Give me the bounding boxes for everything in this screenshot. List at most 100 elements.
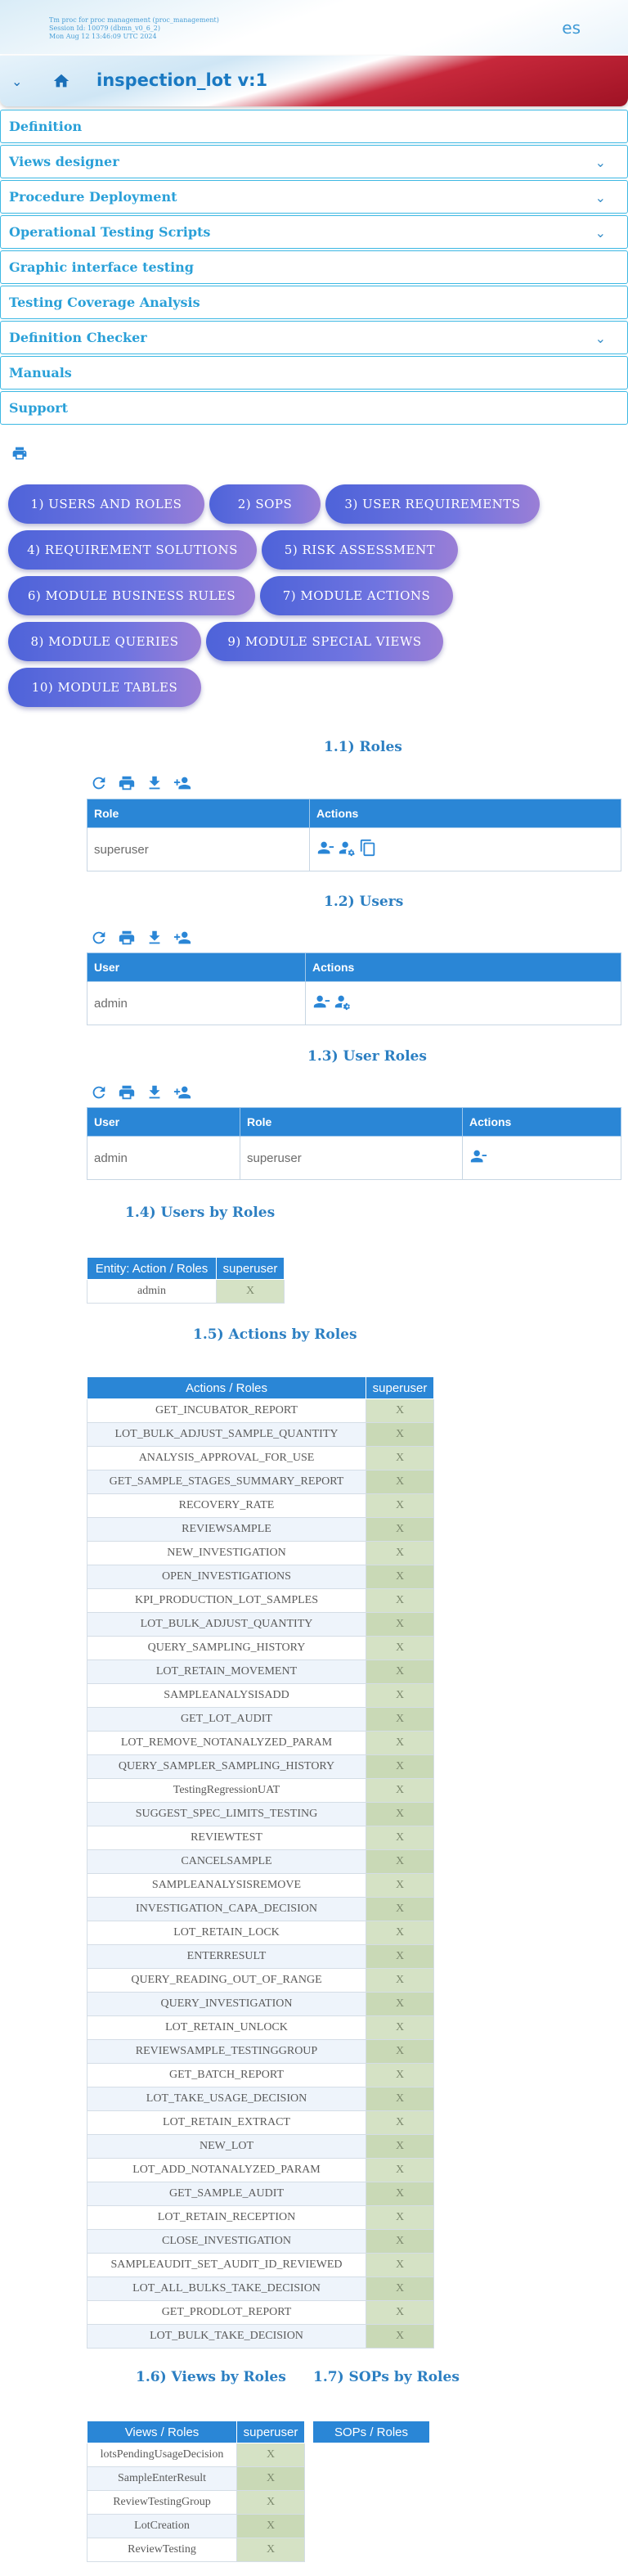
- print-icon[interactable]: [11, 445, 28, 462]
- nav-module-tables-button[interactable]: 10) MODULE TABLES: [8, 668, 201, 707]
- user-name: admin: [87, 1136, 240, 1180]
- menu-item-testing-coverage[interactable]: Testing Coverage Analysis: [0, 286, 628, 319]
- chevron-down-icon[interactable]: ⌄: [595, 331, 606, 346]
- menu-item-operational-testing[interactable]: Operational Testing Scripts ⌄: [0, 215, 628, 249]
- role-name: superuser: [240, 1136, 463, 1180]
- remove-person-icon[interactable]: [312, 995, 330, 1014]
- print-icon[interactable]: [118, 1083, 136, 1101]
- table-row: SAMPLEANALYSISREMOVE X: [87, 1873, 434, 1898]
- table-row: GET_SAMPLE_AUDIT X: [87, 2182, 434, 2206]
- roles-toolbar: [90, 773, 191, 793]
- user-roles-col-user: User: [87, 1107, 240, 1137]
- permission-mark: X: [236, 2538, 305, 2562]
- chevron-down-icon[interactable]: ⌄: [595, 225, 606, 241]
- table-row: admin superuser: [87, 1136, 621, 1180]
- table-row: LOT_RETAIN_UNLOCK X: [87, 2015, 434, 2040]
- nav-users-and-roles-button[interactable]: 1) USERS AND ROLES: [8, 484, 204, 524]
- menu-item-views-designer[interactable]: Views designer ⌄: [0, 145, 628, 178]
- user-roles-col-actions: Actions: [462, 1107, 621, 1137]
- permission-mark: X: [366, 1778, 434, 1803]
- permission-mark: X: [366, 1541, 434, 1565]
- row-name: OPEN_INVESTIGATIONS: [87, 1565, 366, 1589]
- remove-person-icon[interactable]: [469, 1150, 487, 1169]
- menu-item-label: Graphic interface testing: [9, 259, 194, 275]
- menu-item-label: Definition: [9, 119, 83, 134]
- nav-user-requirements-button[interactable]: 3) USER REQUIREMENTS: [325, 484, 540, 524]
- row-name: GET_PRODLOT_REPORT: [87, 2300, 366, 2325]
- nav-requirement-solutions-button[interactable]: 4) REQUIREMENT SOLUTIONS: [8, 530, 257, 570]
- table-row: REVIEWTEST X: [87, 1826, 434, 1850]
- row-name: REVIEWTEST: [87, 1826, 366, 1850]
- chevron-down-icon[interactable]: ⌄: [595, 155, 606, 170]
- table-row: QUERY_SAMPLING_HISTORY X: [87, 1636, 434, 1660]
- print-icon[interactable]: [118, 774, 136, 792]
- user-roles-col-role: Role: [240, 1107, 463, 1137]
- permission-mark: X: [366, 1517, 434, 1542]
- row-name: LOT_REMOVE_NOTANALYZED_PARAM: [87, 1731, 366, 1755]
- download-icon[interactable]: [146, 929, 164, 947]
- table-row: LOT_ADD_NOTANALYZED_PARAM X: [87, 2158, 434, 2182]
- permission-mark: X: [366, 1707, 434, 1732]
- home-icon[interactable]: [52, 72, 70, 90]
- table-row: LOT_REMOVE_NOTANALYZED_PARAM X: [87, 1731, 434, 1755]
- actions-by-roles-header: Actions / Roles: [87, 1376, 366, 1399]
- add-person-icon[interactable]: [173, 929, 191, 947]
- menu-item-procedure-deployment[interactable]: Procedure Deployment ⌄: [0, 180, 628, 214]
- menu-item-graphic-testing[interactable]: Graphic interface testing: [0, 250, 628, 284]
- permission-mark: X: [366, 2015, 434, 2040]
- row-name: QUERY_INVESTIGATION: [87, 1992, 366, 2016]
- manage-roles-icon[interactable]: [334, 995, 352, 1014]
- role-name: superuser: [87, 827, 310, 871]
- add-person-icon[interactable]: [173, 774, 191, 792]
- add-person-icon[interactable]: [173, 1083, 191, 1101]
- nav-sops-button[interactable]: 2) SOPS: [209, 484, 321, 524]
- users-by-roles-header: Entity: Action / Roles: [87, 1257, 217, 1280]
- main-menu: Definition Views designer ⌄ Procedure Dep…: [0, 110, 628, 426]
- permission-mark: X: [366, 1422, 434, 1447]
- table-row: LOT_BULK_TAKE_DECISION X: [87, 2324, 434, 2349]
- refresh-icon[interactable]: [90, 929, 108, 947]
- table-row: REVIEWSAMPLE_TESTINGGROUP X: [87, 2039, 434, 2064]
- users-table: User Actions admin: [87, 952, 621, 1025]
- session-date: Mon Aug 12 13:46:09 UTC 2024: [49, 33, 157, 40]
- table-row: LOT_RETAIN_EXTRACT X: [87, 2110, 434, 2135]
- permission-mark: X: [366, 1849, 434, 1874]
- nav-risk-assessment-button[interactable]: 5) RISK ASSESSMENT: [262, 530, 458, 570]
- permission-mark: X: [366, 1826, 434, 1850]
- table-row: NEW_LOT X: [87, 2134, 434, 2159]
- actions-by-roles-section-title: 1.5) Actions by Roles: [193, 1326, 357, 1343]
- procedure-header: ⌄ inspection_lot v:1: [0, 56, 628, 106]
- menu-item-support[interactable]: Support: [0, 391, 628, 425]
- nav-module-actions-button[interactable]: 7) MODULE ACTIONS: [260, 576, 453, 615]
- menu-item-definition-checker[interactable]: Definition Checker ⌄: [0, 321, 628, 354]
- row-name: SAMPLEAUDIT_SET_AUDIT_ID_REVIEWED: [87, 2253, 366, 2277]
- row-name: LOT_RETAIN_MOVEMENT: [87, 1660, 366, 1684]
- download-icon[interactable]: [146, 774, 164, 792]
- permission-mark: X: [366, 1873, 434, 1898]
- manage-roles-icon[interactable]: [338, 841, 356, 860]
- row-name: QUERY_SAMPLER_SAMPLING_HISTORY: [87, 1754, 366, 1779]
- language-toggle[interactable]: es: [562, 18, 581, 38]
- copy-icon[interactable]: [359, 839, 377, 860]
- refresh-icon[interactable]: [90, 774, 108, 792]
- nav-module-queries-button[interactable]: 8) MODULE QUERIES: [8, 622, 201, 661]
- table-row: GET_LOT_AUDIT X: [87, 1707, 434, 1732]
- role-column-header: superuser: [366, 1376, 434, 1399]
- refresh-icon[interactable]: [90, 1083, 108, 1101]
- menu-item-definition[interactable]: Definition: [0, 110, 628, 143]
- nav-module-special-views-button[interactable]: 9) MODULE SPECIAL VIEWS: [206, 622, 443, 661]
- row-name: LOT_RETAIN_LOCK: [87, 1921, 366, 1945]
- permission-mark: X: [366, 2277, 434, 2301]
- download-icon[interactable]: [146, 1083, 164, 1101]
- print-icon[interactable]: [118, 929, 136, 947]
- row-name: ENTERRESULT: [87, 1944, 366, 1969]
- row-name: TestingRegressionUAT: [87, 1778, 366, 1803]
- permission-mark: X: [236, 2466, 305, 2491]
- menu-item-manuals[interactable]: Manuals: [0, 356, 628, 390]
- nav-module-business-rules-button[interactable]: 6) MODULE BUSINESS RULES: [8, 576, 255, 615]
- row-name: QUERY_READING_OUT_OF_RANGE: [87, 1968, 366, 1993]
- chevron-down-icon[interactable]: ⌄: [595, 190, 606, 205]
- roles-col-role: Role: [87, 799, 310, 828]
- remove-person-icon[interactable]: [316, 841, 334, 860]
- chevron-down-icon[interactable]: ⌄: [11, 74, 22, 89]
